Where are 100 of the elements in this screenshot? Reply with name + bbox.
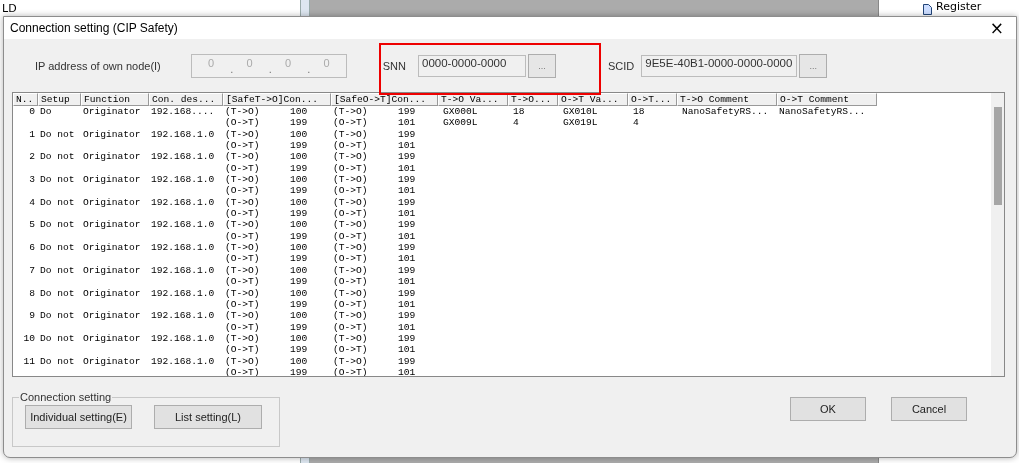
scid-field[interactable]: 9E5E-40B1-0000-0000-0000	[641, 55, 798, 77]
table-cell-text: 192.168.1.0	[150, 219, 216, 231]
snn-field[interactable]: 0000-0000-0000	[418, 55, 526, 77]
table-cell-text: 192.168.1.0	[150, 310, 216, 322]
column-header[interactable]: O->T...	[628, 93, 677, 106]
table-cell-text: (T->O) 199	[332, 355, 417, 367]
browse-button[interactable]: ...	[528, 54, 556, 78]
table-cell-text: (O->T) 199	[224, 276, 309, 288]
table-cell-text: Do not	[39, 128, 76, 141]
table-cell-text: 192.168.1.0	[150, 242, 216, 254]
table-cell-text: (O->T) 199	[224, 140, 309, 152]
table-cell-text: Do not	[39, 219, 76, 231]
table-cell-text: Originator	[82, 264, 142, 277]
table-cell-text: 11	[22, 355, 36, 367]
table-cell-text: (O->T) 101	[332, 321, 417, 333]
column-header[interactable]: [SafeT->O]Con...	[223, 93, 331, 106]
table-cell-text: (O->T) 199	[224, 344, 309, 356]
table-cell-text: (O->T) 101	[332, 208, 417, 220]
table-cell-text: GX019L	[562, 117, 599, 129]
table-cell-text: (O->T) 101	[332, 230, 417, 243]
table-cell-text: Do	[39, 106, 53, 118]
browse-button[interactable]: ...	[799, 54, 828, 78]
table-cell-text: Do not	[39, 332, 76, 345]
column-header[interactable]: Function	[81, 93, 149, 106]
scrollbar[interactable]	[991, 93, 1004, 376]
table-cell-text: (O->T) 101	[332, 185, 417, 197]
table-cell-text: Do not	[39, 287, 76, 299]
table-cell-text: (O->T) 101	[332, 276, 417, 288]
table-cell-text: Originator	[82, 332, 142, 345]
window-title: Connection setting (CIP Safety)	[10, 21, 178, 35]
column-header[interactable]: O->T Va...	[558, 93, 628, 106]
table-cell-text: 192.168....	[150, 106, 216, 118]
ip-address-field[interactable]: 0 . 0 . 0 . 0	[190, 54, 347, 78]
cancel-button[interactable]: Cancel	[891, 397, 967, 421]
table-cell-text: (T->O) 199	[332, 332, 417, 345]
table-cell-text: Originator	[82, 128, 142, 141]
table-cell-text: (T->O) 199	[332, 196, 417, 209]
table-cell-text: GX000L	[442, 106, 479, 118]
table-cell-text: (T->O) 100	[224, 332, 309, 345]
table-cell-text: (T->O) 100	[224, 310, 309, 322]
table-cell-text: (T->O) 199	[332, 106, 417, 118]
table-cell-text: 2	[28, 151, 36, 163]
table-cell-text: (O->T) 199	[224, 253, 309, 265]
column-header[interactable]: N..	[13, 93, 38, 106]
ok-button[interactable]: OK	[790, 397, 866, 421]
table-cell-text: 4	[512, 117, 520, 129]
table-cell-text: Originator	[82, 287, 142, 299]
column-header[interactable]: Con. des...	[149, 93, 223, 106]
table-cell-text: 4	[28, 196, 36, 209]
table-cell-text: (O->T) 199	[224, 366, 309, 376]
table-cell-text: 7	[28, 264, 36, 277]
table-cell-text: Originator	[82, 310, 142, 322]
table-cell-text: (T->O) 100	[224, 219, 309, 231]
table-cell-text: (O->T) 199	[224, 230, 309, 243]
table-cell-text: Originator	[82, 219, 142, 231]
table-cell-text: 3	[28, 174, 36, 186]
table-cell-text: 192.168.1.0	[150, 128, 216, 141]
table-cell-text: 4	[632, 117, 640, 129]
table-cell-text: Do not	[39, 355, 76, 367]
table-cell-text: (T->O) 199	[332, 242, 417, 254]
table-cell-text: (T->O) 199	[332, 174, 417, 186]
table-cell-text: Originator	[82, 242, 142, 254]
setting-button[interactable]: Individual setting(E)	[25, 405, 132, 429]
column-header[interactable]: T->O Comment	[677, 93, 777, 106]
table-cell-text: 192.168.1.0	[150, 355, 216, 367]
table-cell-text: 192.168.1.0	[150, 196, 216, 209]
table-cell-text: Do not	[39, 264, 76, 277]
table-cell-text: 18	[512, 106, 526, 118]
table-cell-text: 9	[28, 310, 36, 322]
table-cell-text: 8	[28, 287, 36, 299]
tree-item[interactable]: Register	[936, 1, 982, 13]
table-cell-text: NanoSafetyRS...	[681, 106, 770, 118]
table-cell-text: (T->O) 199	[332, 128, 417, 141]
table-cell-text: 192.168.1.0	[150, 264, 216, 277]
setting-button[interactable]: List setting(L)	[154, 405, 262, 429]
table-cell-text: (T->O) 100	[224, 355, 309, 367]
table-cell-text: (T->O) 100	[224, 287, 309, 299]
panel-label: LD	[2, 2, 17, 15]
table-cell-text: (O->T) 199	[224, 162, 309, 175]
column-header[interactable]: O->T Comment	[777, 93, 877, 106]
table-cell-text: 192.168.1.0	[150, 287, 216, 299]
table-cell-text: 192.168.1.0	[150, 332, 216, 345]
table-cell-text: (O->T) 101	[332, 344, 417, 356]
table-cell-text: Do not	[39, 174, 76, 186]
table-cell-text: 192.168.1.0	[150, 151, 216, 163]
table-cell-text: Originator	[82, 196, 142, 209]
table-cell-text: GX010L	[562, 106, 599, 118]
column-header[interactable]: [SafeO->T]Con...	[331, 93, 438, 106]
table-cell-text: Do not	[39, 242, 76, 254]
table-cell-text: (O->T) 199	[224, 185, 309, 197]
table-cell-text: (T->O) 199	[332, 264, 417, 277]
table-cell-text: (O->T) 101	[332, 140, 417, 152]
column-header[interactable]: Setup	[38, 93, 81, 106]
table-cell-text: (T->O) 100	[224, 242, 309, 254]
table-cell-text: Do not	[39, 310, 76, 322]
close-button[interactable]: ×	[985, 19, 1008, 37]
scroll-thumb[interactable]	[993, 107, 1002, 205]
table-cell-text: 5	[28, 219, 36, 231]
table-cell-text: (T->O) 100	[224, 151, 309, 163]
table-cell-text: NanoSafetyRS...	[778, 106, 867, 118]
